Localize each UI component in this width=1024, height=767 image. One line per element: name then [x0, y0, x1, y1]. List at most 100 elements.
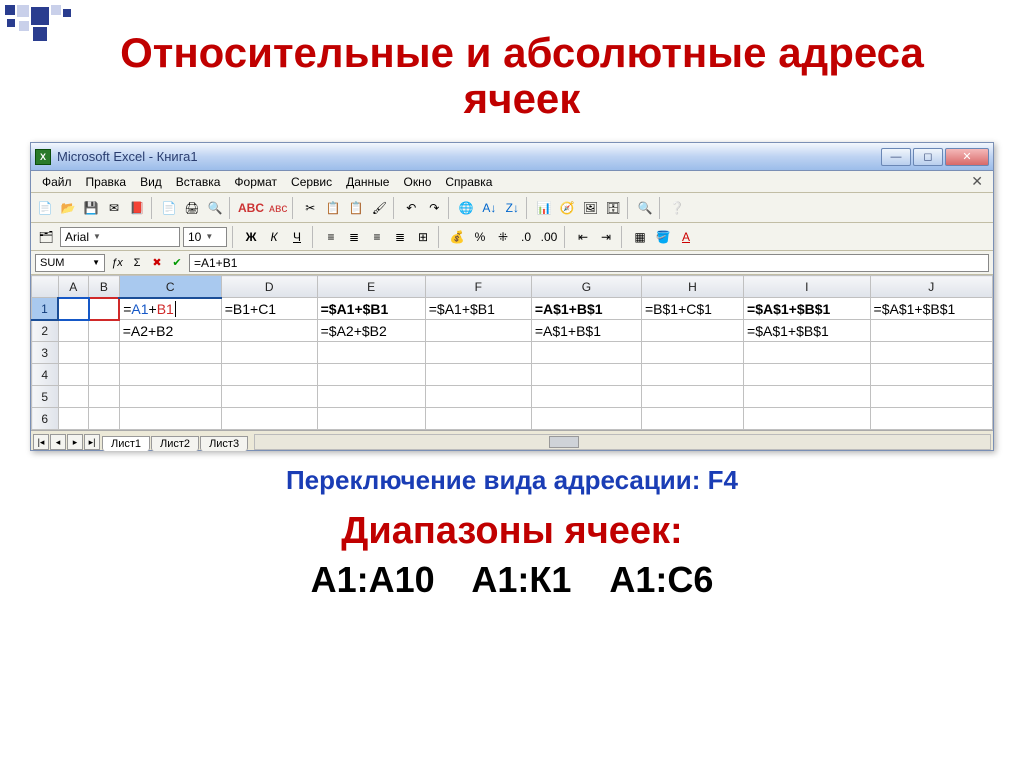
sheet-tab[interactable]: Лист1 — [102, 436, 150, 451]
hyperlink-icon[interactable]: 🌐 — [455, 197, 477, 219]
close-button[interactable]: ✕ — [945, 148, 989, 166]
mail-icon[interactable]: ✉ — [103, 197, 125, 219]
cell[interactable] — [119, 342, 221, 364]
row-header[interactable]: 2 — [32, 320, 59, 342]
cell[interactable] — [425, 342, 531, 364]
col-header[interactable]: G — [531, 276, 641, 298]
cell[interactable] — [58, 408, 89, 430]
fill-color-icon[interactable]: 🪣 — [653, 227, 673, 247]
row-header[interactable]: 3 — [32, 342, 59, 364]
cell[interactable] — [58, 298, 89, 320]
italic-button[interactable]: К — [264, 227, 284, 247]
cell[interactable] — [870, 320, 992, 342]
cell[interactable] — [531, 386, 641, 408]
sheet-tab[interactable]: Лист3 — [200, 436, 248, 451]
cell[interactable] — [119, 408, 221, 430]
underline-button[interactable]: Ч — [287, 227, 307, 247]
cell[interactable]: =$A1+$B1 — [317, 298, 425, 320]
borders-icon[interactable]: ▦ — [630, 227, 650, 247]
cell[interactable] — [221, 386, 317, 408]
cell[interactable]: =$A$1+$B$1 — [744, 320, 871, 342]
cell[interactable] — [642, 320, 744, 342]
menu-edit[interactable]: Правка — [79, 173, 134, 191]
cell[interactable] — [642, 364, 744, 386]
currency-icon[interactable]: 💰 — [447, 227, 467, 247]
font-size-combo[interactable]: 10 ▼ — [183, 227, 227, 247]
col-header[interactable]: F — [425, 276, 531, 298]
new-icon[interactable]: 📄 — [34, 197, 56, 219]
save-icon[interactable]: 💾 — [80, 197, 102, 219]
cell[interactable] — [89, 386, 120, 408]
cell[interactable] — [425, 386, 531, 408]
sheet-tab[interactable]: Лист2 — [151, 436, 199, 451]
select-all-corner[interactable] — [32, 276, 59, 298]
cell[interactable] — [870, 386, 992, 408]
cell[interactable] — [317, 408, 425, 430]
minimize-button[interactable]: — — [881, 148, 911, 166]
cell[interactable]: =$A2+$B2 — [317, 320, 425, 342]
cell[interactable] — [89, 298, 120, 320]
redo-icon[interactable]: ↷ — [423, 197, 445, 219]
first-sheet-icon[interactable]: |◂ — [33, 434, 49, 450]
cell[interactable] — [89, 364, 120, 386]
active-cell[interactable]: =A1+B1 — [119, 298, 221, 320]
doc-icon[interactable]: 📄 — [158, 197, 180, 219]
font-color-icon[interactable]: A — [676, 227, 696, 247]
align-justify-icon[interactable]: ≣ — [390, 227, 410, 247]
cell[interactable]: =B$1+C$1 — [642, 298, 744, 320]
cell[interactable] — [221, 320, 317, 342]
function-wizard-icon[interactable]: ƒx — [108, 254, 126, 272]
formula-input[interactable]: =A1+B1 — [189, 254, 989, 272]
col-header[interactable]: A — [58, 276, 89, 298]
dec-inc-icon[interactable]: .0 — [516, 227, 536, 247]
name-box[interactable]: SUM ▼ — [35, 254, 105, 272]
col-header[interactable]: E — [317, 276, 425, 298]
indent-dec-icon[interactable]: ⇤ — [573, 227, 593, 247]
zoom-icon[interactable]: 🔍 — [634, 197, 656, 219]
cut-icon[interactable]: ✂ — [299, 197, 321, 219]
cell[interactable] — [531, 408, 641, 430]
cell[interactable]: =$A$1+$B$1 — [870, 298, 992, 320]
next-sheet-icon[interactable]: ▸ — [67, 434, 83, 450]
help-icon[interactable]: ❔ — [666, 197, 688, 219]
cell[interactable] — [89, 320, 120, 342]
cell[interactable] — [221, 342, 317, 364]
cell[interactable] — [744, 408, 871, 430]
horizontal-scrollbar[interactable] — [254, 434, 991, 450]
cell[interactable] — [425, 320, 531, 342]
cell[interactable] — [425, 364, 531, 386]
col-header[interactable]: C — [119, 276, 221, 298]
preview-icon[interactable]: 🔍 — [204, 197, 226, 219]
cell[interactable]: =$A$1+$B$1 — [744, 298, 871, 320]
cell[interactable]: =A$1+B$1 — [531, 320, 641, 342]
cell[interactable] — [58, 342, 89, 364]
row-header[interactable]: 4 — [32, 364, 59, 386]
menu-tools[interactable]: Сервис — [284, 173, 339, 191]
cell[interactable] — [317, 386, 425, 408]
align-left-icon[interactable]: ≡ — [321, 227, 341, 247]
cell[interactable] — [870, 364, 992, 386]
sort-desc-icon[interactable]: Z↓ — [501, 197, 523, 219]
styles-icon[interactable]: 🗂 — [35, 226, 57, 248]
cell[interactable] — [89, 342, 120, 364]
cell[interactable]: =A$1+B$1 — [531, 298, 641, 320]
cell[interactable] — [642, 386, 744, 408]
cell[interactable] — [531, 364, 641, 386]
menu-format[interactable]: Формат — [227, 173, 284, 191]
cell[interactable] — [221, 408, 317, 430]
print-icon[interactable]: 🖨 — [181, 197, 203, 219]
chart-icon[interactable]: 📊 — [533, 197, 555, 219]
bold-button[interactable]: Ж — [241, 227, 261, 247]
row-header[interactable]: 6 — [32, 408, 59, 430]
spreadsheet-grid[interactable]: A B C D E F G H I J 1 =A1+B1 =B1+C1 =$A1… — [31, 275, 993, 430]
cell[interactable] — [870, 408, 992, 430]
font-name-combo[interactable]: Arial ▼ — [60, 227, 180, 247]
cell[interactable] — [744, 364, 871, 386]
number-icon[interactable]: ⁜ — [493, 227, 513, 247]
col-header[interactable]: J — [870, 276, 992, 298]
menu-help[interactable]: Справка — [438, 173, 499, 191]
align-right-icon[interactable]: ≡ — [367, 227, 387, 247]
col-header[interactable]: D — [221, 276, 317, 298]
cell[interactable] — [531, 342, 641, 364]
open-icon[interactable]: 📂 — [57, 197, 79, 219]
